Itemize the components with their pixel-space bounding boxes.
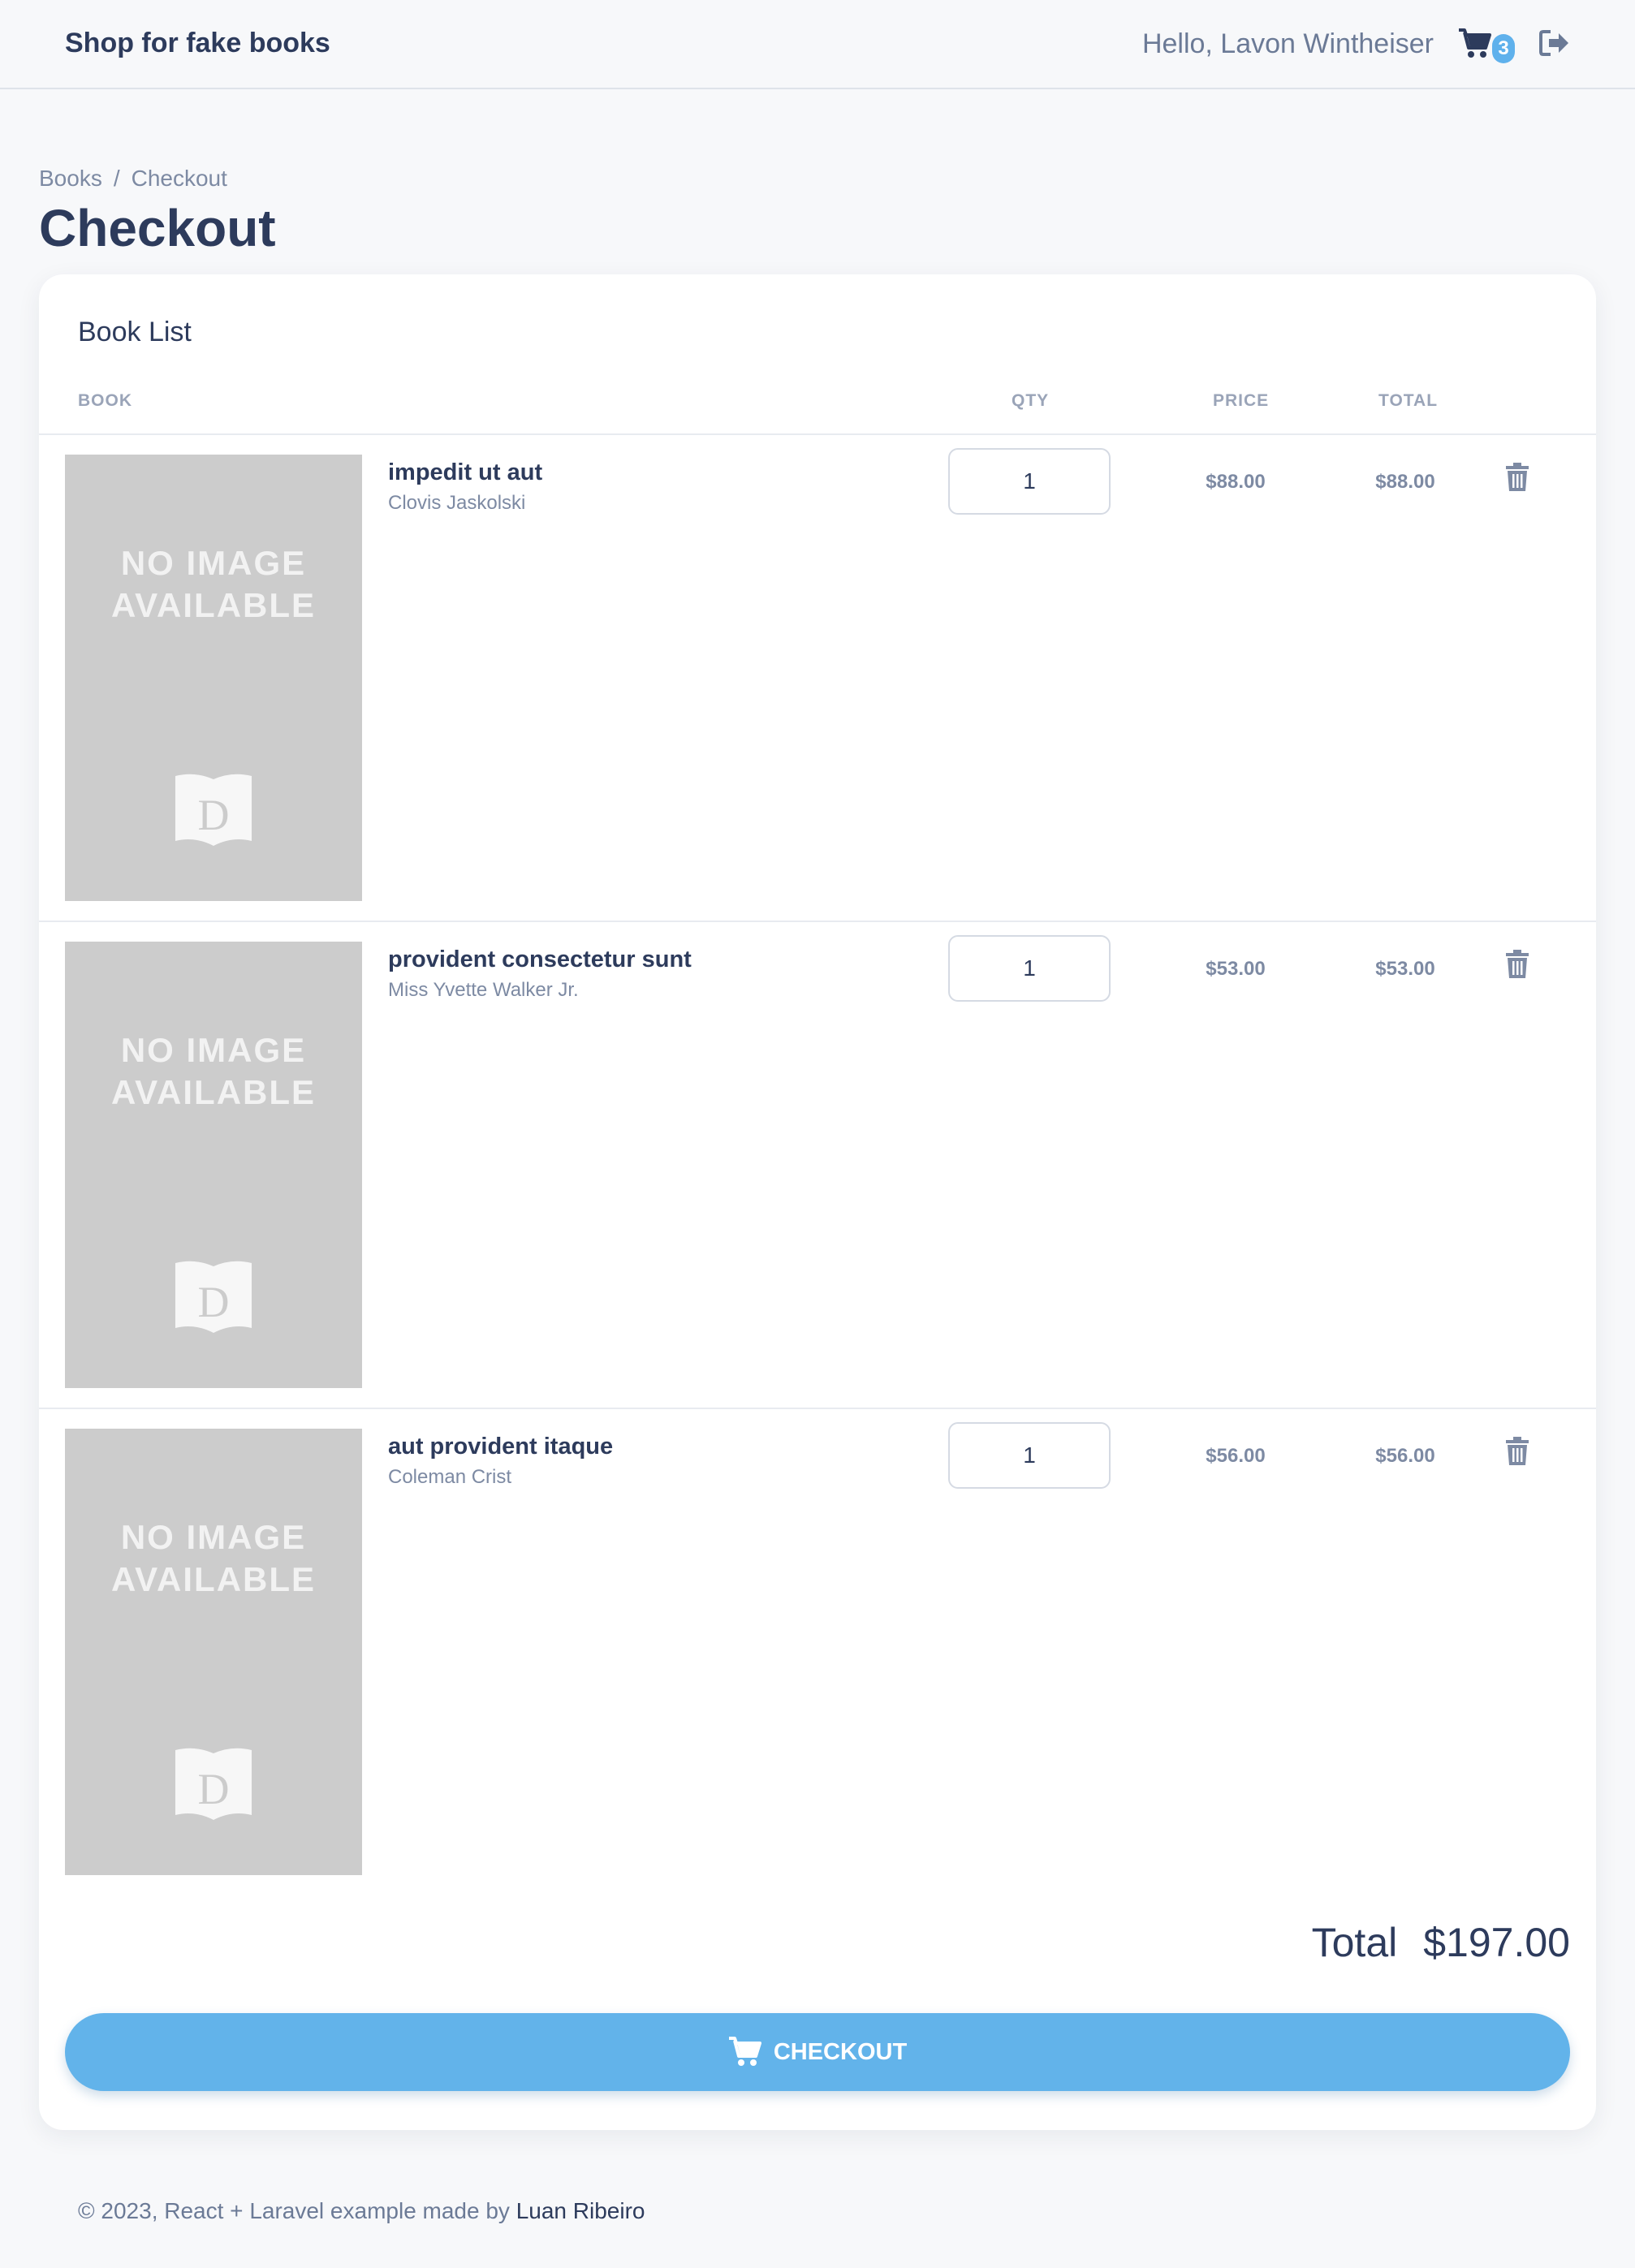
remove-item-button[interactable] (1505, 950, 1538, 984)
breadcrumb-current: Checkout (131, 166, 227, 191)
book-author: Clovis Jaskolski (388, 492, 526, 514)
book-title: provident consectetur sunt (388, 946, 692, 972)
line-total: $53.00 (1375, 958, 1435, 980)
trash-icon (1506, 1437, 1529, 1465)
book-author: Coleman Crist (388, 1466, 512, 1488)
breadcrumb-books-link[interactable]: Books (39, 166, 102, 191)
no-image-text: NO IMAGE AVAILABLE (110, 544, 317, 624)
no-image-text: NO IMAGE AVAILABLE (110, 1518, 317, 1598)
table-row: NO IMAGE AVAILABLE D provident consectet… (39, 921, 1596, 1408)
order-total-value: $197.00 (1423, 1920, 1570, 1965)
user-greeting: Hello, Lavon Wintheiser (1141, 28, 1434, 59)
book-author: Miss Yvette Walker Jr. (388, 979, 579, 1001)
shopping-cart-icon (728, 2037, 761, 2066)
line-total: $88.00 (1375, 471, 1435, 493)
checkout-button-label: CHECKOUT (773, 2038, 908, 2065)
table-row: NO IMAGE AVAILABLE D aut provident itaqu… (39, 1408, 1596, 1882)
quantity-input[interactable] (948, 448, 1111, 515)
logout-button[interactable] (1539, 29, 1572, 62)
footer-text: © 2023, React + Laravel example made by (78, 2198, 510, 2223)
shopping-cart-icon (1459, 28, 1491, 58)
book-price: $88.00 (1206, 471, 1266, 493)
book-price: $56.00 (1206, 1445, 1266, 1467)
book-title: aut provident itaque (388, 1434, 614, 1460)
remove-item-button[interactable] (1505, 463, 1538, 497)
svg-text:D: D (198, 791, 230, 839)
top-navbar: Shop for fake books Hello, Lavon Winthei… (0, 0, 1635, 89)
no-image-text: NO IMAGE AVAILABLE (110, 1031, 317, 1111)
brand-title[interactable]: Shop for fake books (65, 28, 330, 59)
quantity-input[interactable] (948, 935, 1111, 1002)
quantity-input[interactable] (948, 1422, 1111, 1489)
column-header-book: BOOK (78, 391, 132, 410)
cart-button[interactable]: 3 (1458, 26, 1516, 67)
book-cover-placeholder: NO IMAGE AVAILABLE D (65, 455, 362, 901)
open-book-icon: D (175, 1261, 252, 1333)
order-total-label: Total (1311, 1920, 1398, 1965)
column-header-qty: QTY (1012, 391, 1050, 410)
remove-item-button[interactable] (1505, 1437, 1538, 1471)
book-list-card: Book List BOOK QTY PRICE TOTAL NO IMAGE … (39, 274, 1596, 2130)
footer-author-link[interactable]: Luan Ribeiro (516, 2198, 645, 2223)
column-header-total: TOTAL (1378, 391, 1439, 410)
column-header-price: PRICE (1213, 391, 1270, 410)
cart-count-badge: 3 (1492, 34, 1515, 63)
line-total: $56.00 (1375, 1445, 1435, 1467)
trash-icon (1506, 463, 1529, 491)
trash-icon (1506, 950, 1529, 978)
book-price: $53.00 (1206, 958, 1266, 980)
open-book-icon: D (175, 1748, 252, 1820)
order-total: Total $197.00 (1312, 1919, 1570, 1966)
svg-text:D: D (198, 1278, 230, 1326)
breadcrumb-separator: / (113, 166, 120, 191)
footer: © 2023, React + Laravel example made by … (78, 2198, 645, 2224)
book-cover-placeholder: NO IMAGE AVAILABLE D (65, 942, 362, 1388)
svg-text:D: D (198, 1765, 230, 1813)
book-title: impedit ut aut (388, 459, 543, 485)
page-title: Checkout (39, 199, 276, 257)
checkout-button[interactable]: CHECKOUT (65, 2013, 1570, 2091)
book-cover-placeholder: NO IMAGE AVAILABLE D (65, 1429, 362, 1875)
logout-icon (1539, 30, 1568, 56)
card-title: Book List (78, 317, 192, 347)
table-row: NO IMAGE AVAILABLE D impedit ut aut Clov… (39, 433, 1596, 921)
open-book-icon: D (175, 774, 252, 846)
breadcrumb: Books / Checkout (39, 166, 227, 192)
